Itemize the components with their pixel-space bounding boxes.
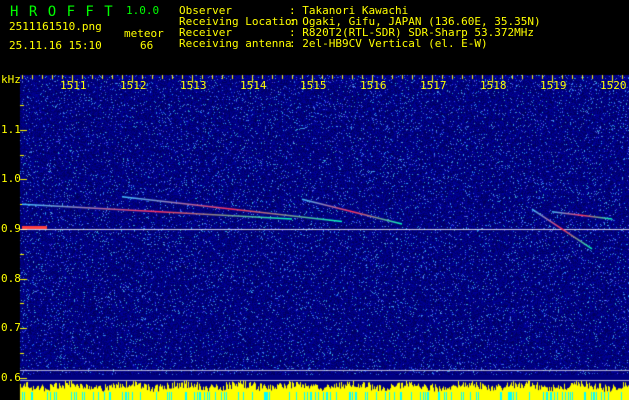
app-title: H R O F F T bbox=[10, 4, 114, 20]
y-tick-label: 0.7 bbox=[1, 321, 21, 335]
x-tick-label: 1519 bbox=[540, 79, 567, 92]
y-tick-label: 0.9 bbox=[1, 222, 21, 235]
spectrogram bbox=[0, 0, 629, 400]
datetime: 25.11.16 15:10 bbox=[9, 39, 102, 52]
x-tick-label: 1520 bbox=[600, 79, 627, 92]
x-tick-label: 1514 bbox=[240, 79, 267, 92]
info-label: Receiving antenna bbox=[179, 37, 292, 50]
filename: 2511161510.png bbox=[9, 20, 102, 33]
x-tick-label: 1511 bbox=[60, 79, 87, 92]
x-tick-label: 1517 bbox=[420, 79, 447, 92]
x-tick-label: 1515 bbox=[300, 79, 327, 92]
x-tick-label: 1516 bbox=[360, 79, 387, 92]
x-tick-label: 1512 bbox=[120, 79, 147, 92]
x-tick-label: 1513 bbox=[180, 79, 207, 92]
y-tick-label: 1.0 bbox=[1, 172, 21, 186]
y-axis-label: kHz bbox=[1, 73, 21, 86]
y-tick-label: 1.1 bbox=[1, 122, 21, 136]
meteor-count: 66 bbox=[140, 39, 154, 52]
y-tick-label: 0.6 bbox=[1, 370, 21, 384]
app-version: 1.0.0 bbox=[126, 4, 160, 17]
x-tick-label: 1518 bbox=[480, 79, 507, 92]
info-value: : 2el-HB9CV Vertical (el. E-W) bbox=[289, 37, 488, 50]
y-tick-label: 0.8 bbox=[1, 271, 21, 285]
